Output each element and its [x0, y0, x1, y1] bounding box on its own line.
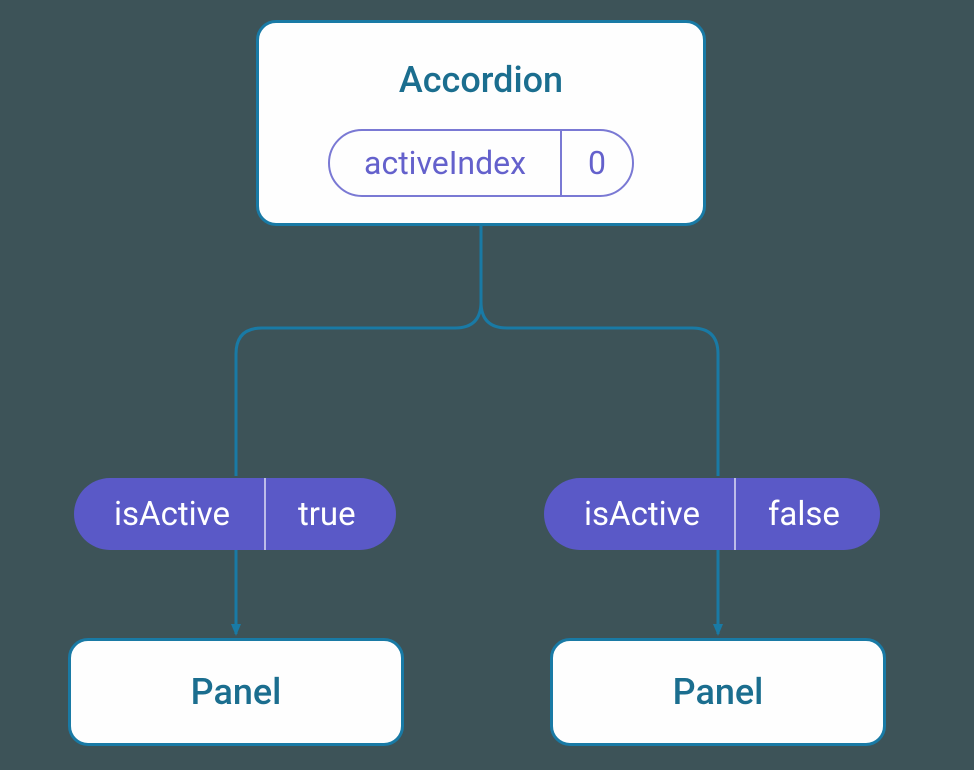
accordion-title: Accordion: [399, 59, 563, 101]
panel-left-title: Panel: [191, 671, 282, 713]
panel-node-right: Panel: [550, 638, 886, 746]
panel-node-left: Panel: [68, 638, 404, 746]
accordion-node: Accordion activeIndex 0: [256, 20, 706, 226]
state-pill: activeIndex 0: [328, 129, 634, 197]
component-tree-diagram: Accordion activeIndex 0 isActive true is…: [0, 0, 974, 770]
prop-pill-left: isActive true: [74, 478, 396, 550]
prop-left-value: true: [266, 478, 396, 550]
prop-pill-right: isActive false: [544, 478, 880, 550]
prop-right-label: isActive: [544, 478, 736, 550]
state-label: activeIndex: [330, 131, 562, 195]
state-value: 0: [562, 131, 632, 195]
prop-right-value: false: [736, 478, 880, 550]
panel-right-title: Panel: [673, 671, 764, 713]
prop-left-label: isActive: [74, 478, 266, 550]
